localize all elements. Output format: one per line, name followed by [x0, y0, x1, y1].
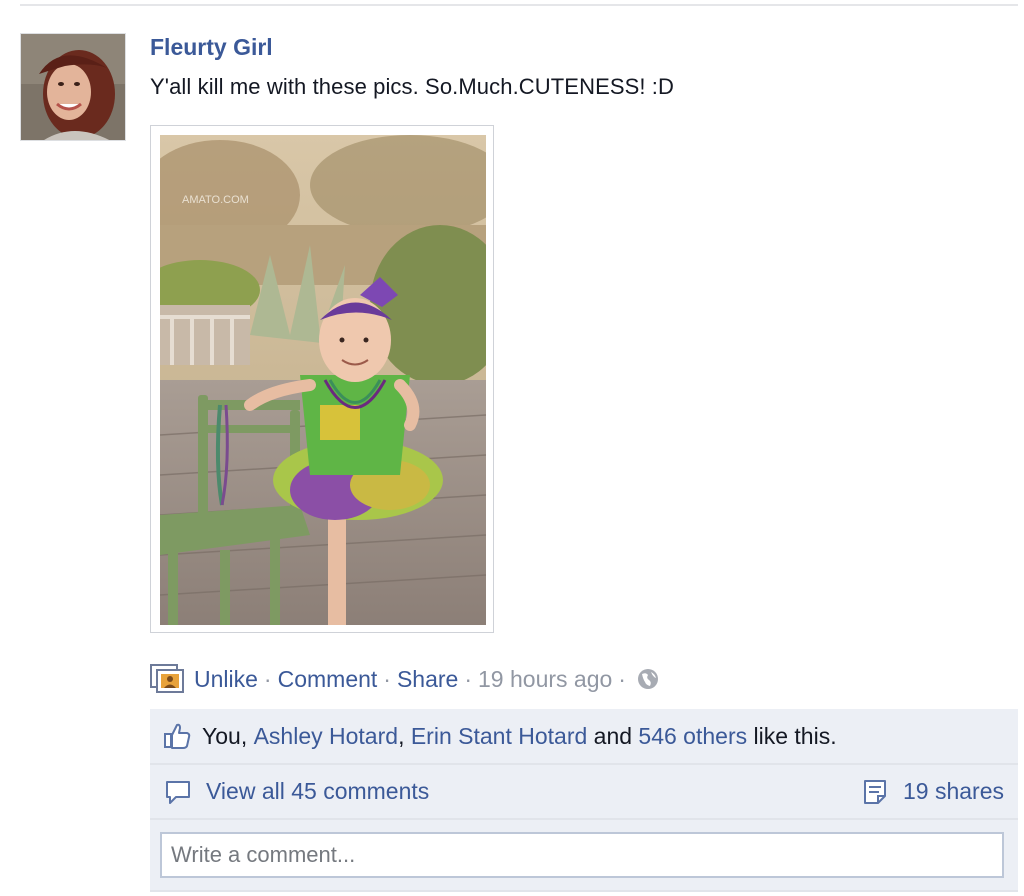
write-comment-input[interactable] — [160, 832, 1004, 878]
post-actions-bar: Unlike · Comment · Share · 19 hours ago … — [150, 662, 660, 696]
comment-bubble-icon — [164, 778, 192, 806]
share-link[interactable]: Share — [397, 666, 458, 693]
others-likes-link[interactable]: 546 others — [638, 723, 747, 750]
separator: · — [464, 665, 473, 692]
shares-document-icon — [861, 778, 889, 806]
post-photo[interactable]: AMATO.COM — [150, 125, 494, 633]
view-all-comments-link[interactable]: View all 45 comments — [206, 778, 429, 805]
separator: · — [618, 665, 626, 692]
like-thumb-icon — [162, 721, 192, 751]
globe-icon[interactable] — [636, 667, 660, 691]
photo-image: AMATO.COM — [160, 135, 486, 625]
shares-group[interactable]: 19 shares — [861, 778, 1004, 806]
view-comments-group[interactable]: View all 45 comments — [164, 778, 429, 806]
likes-suffix: like this. — [747, 722, 837, 749]
author-avatar[interactable] — [20, 33, 126, 141]
unlike-link[interactable]: Unlike — [194, 666, 258, 693]
likes-and: and — [587, 722, 639, 749]
post-author-name[interactable]: Fleurty Girl — [150, 34, 273, 61]
post-message: Y'all kill me with these pics. So.Much.C… — [150, 74, 675, 99]
likes-prefix: You, — [202, 722, 254, 749]
separator: · — [383, 665, 391, 692]
comments-summary-row: View all 45 comments 19 shares — [150, 765, 1018, 820]
liker-link-ashley-hotard[interactable]: Ashley Hotard — [254, 723, 398, 750]
photo-watermark: AMATO.COM — [182, 194, 249, 206]
comment-composer-row — [150, 820, 1018, 892]
shares-count-link[interactable]: 19 shares — [903, 778, 1004, 805]
comment-link[interactable]: Comment — [278, 666, 378, 693]
likes-comma: , — [398, 722, 411, 749]
feed-divider — [20, 4, 1018, 6]
ufi-panel: You, Ashley Hotard , Erin Stant Hotard a… — [150, 709, 1018, 892]
liker-link-erin-stant-hotard[interactable]: Erin Stant Hotard — [411, 723, 587, 750]
separator: · — [263, 665, 272, 692]
photo-album-icon — [150, 664, 186, 694]
likes-sentence-row: You, Ashley Hotard , Erin Stant Hotard a… — [150, 709, 1018, 765]
post-timestamp-link[interactable]: 19 hours ago — [478, 666, 612, 693]
